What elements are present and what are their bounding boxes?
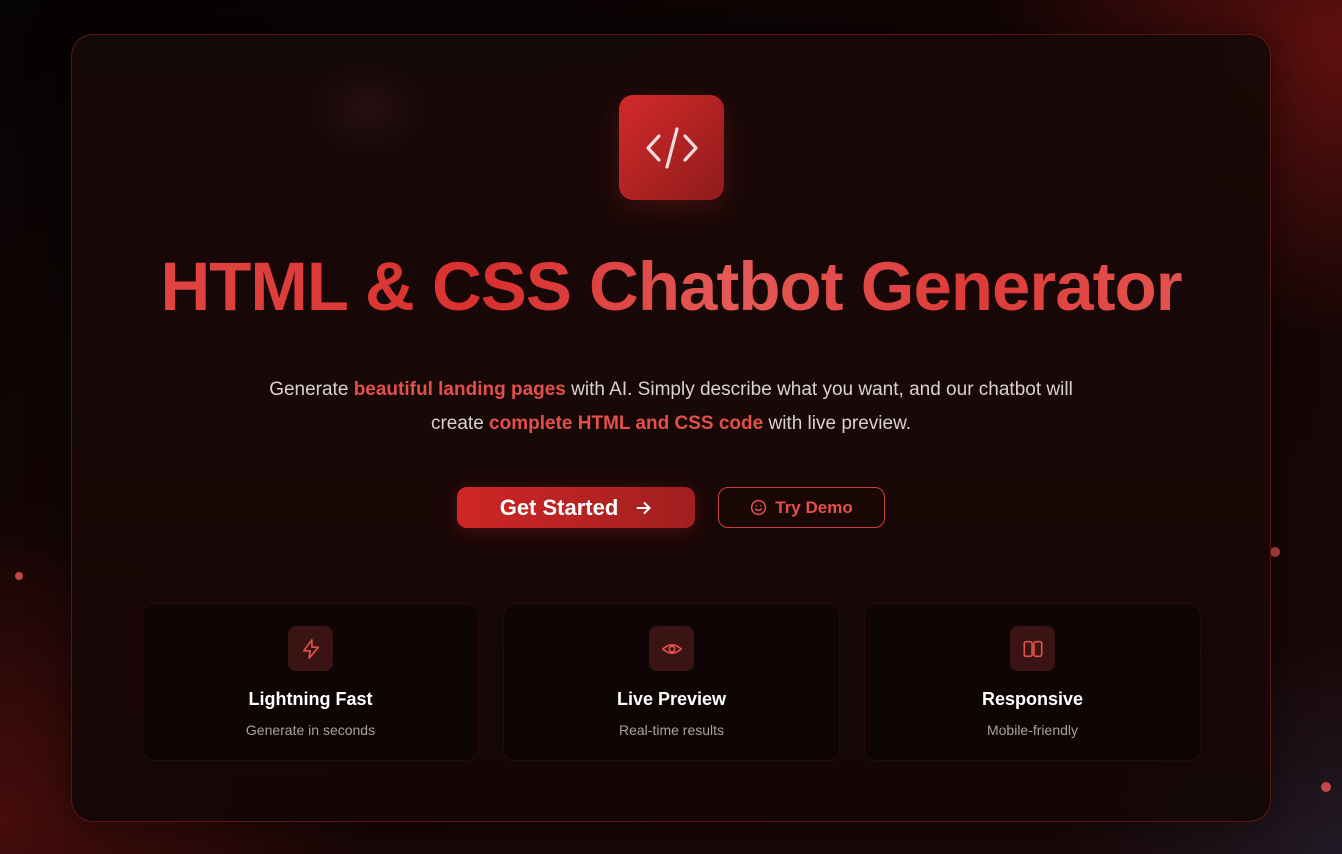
page-title: HTML & CSS Chatbot Generator <box>72 245 1270 329</box>
decorative-dot <box>15 572 23 580</box>
arrow-right-icon <box>636 501 651 514</box>
columns-icon <box>1022 640 1043 657</box>
smile-icon <box>751 499 767 516</box>
feature-description: Mobile-friendly <box>986 722 1079 738</box>
get-started-button[interactable]: Get Started <box>457 487 695 528</box>
decorative-dot <box>1270 547 1280 557</box>
try-demo-button[interactable]: Try Demo <box>718 487 885 528</box>
decorative-dot <box>1321 782 1331 792</box>
eye-icon <box>661 643 682 654</box>
subtitle-highlight: beautiful landing pages <box>353 379 566 400</box>
feature-title: Responsive <box>981 689 1084 709</box>
code-icon <box>645 126 698 169</box>
get-started-label: Get Started <box>499 494 619 520</box>
feature-card-live-preview: Live Preview Real-time results <box>503 603 840 761</box>
feature-description: Real-time results <box>618 722 725 738</box>
lightning-icon <box>302 638 319 659</box>
feature-title: Live Preview <box>616 689 727 709</box>
feature-card-responsive: Responsive Mobile-friendly <box>864 603 1201 761</box>
subtitle-text: with live preview. <box>763 413 912 434</box>
feature-icon-box <box>649 626 694 671</box>
feature-description: Generate in seconds <box>245 722 376 738</box>
logo-badge <box>619 95 724 200</box>
subtitle-text: Generate <box>269 379 354 400</box>
feature-icon-box <box>1010 626 1055 671</box>
hero-subtitle: Generate beautiful landing pages with AI… <box>252 373 1090 441</box>
subtitle-highlight: complete HTML and CSS code <box>489 413 764 434</box>
feature-icon-box <box>288 626 333 671</box>
hero-card: HTML & CSS Chatbot Generator Generate be… <box>71 34 1271 822</box>
try-demo-label: Try Demo <box>775 497 853 517</box>
feature-card-lightning-fast: Lightning Fast Generate in seconds <box>142 603 479 761</box>
feature-title: Lightning Fast <box>248 689 373 709</box>
